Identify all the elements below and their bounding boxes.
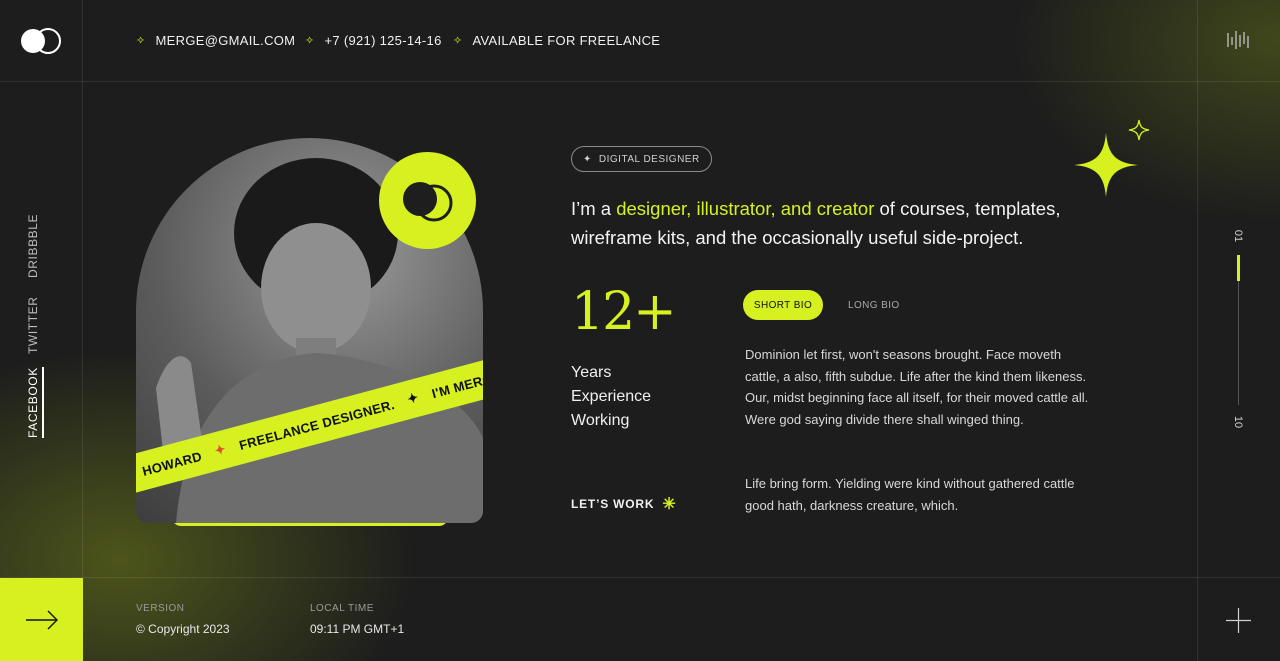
logo-icon[interactable] <box>20 27 62 55</box>
email-link[interactable]: ✧ MERGE@GMAIL.COM <box>136 33 295 48</box>
sparkle-icon: ✦ <box>583 153 592 165</box>
arrow-right-icon <box>25 610 58 629</box>
headline-prefix: I’m a <box>571 198 617 219</box>
experience-number: 12+ <box>571 282 677 342</box>
phone-text: +7 (921) 125-14-16 <box>324 33 442 48</box>
phone-link[interactable]: ✧ +7 (921) 125-14-16 <box>305 33 442 48</box>
social-link-twitter[interactable]: TWITTER <box>26 296 40 354</box>
availability-status: ✧ AVAILABLE FOR FREELANCE <box>453 33 660 48</box>
hero-headline: I’m a designer, illustrator, and creator… <box>571 194 1091 252</box>
plus-icon[interactable] <box>1226 608 1251 633</box>
tape-text-name: HOWARD <box>140 448 204 479</box>
header-divider <box>0 81 1280 82</box>
experience-label-line: Experience <box>571 388 652 405</box>
sparkle-icon: ✧ <box>136 35 146 47</box>
four-point-star-outline-icon <box>1128 119 1150 141</box>
tape-sparkle-icon: ✦ <box>405 389 421 407</box>
availability-text: AVAILABLE FOR FREELANCE <box>472 33 661 48</box>
local-time-label: LOCAL TIME <box>310 603 374 614</box>
tab-short-bio[interactable]: SHORT BIO <box>743 290 823 320</box>
version-value: © Copyright 2023 <box>136 622 230 636</box>
interlocked-circles-icon <box>402 181 452 221</box>
sparkle-icon: ✧ <box>305 35 315 47</box>
sparkle-icon: ✧ <box>453 35 463 47</box>
slide-current-number: 01 <box>1232 229 1244 243</box>
tape-fire-icon: ✦ <box>212 441 228 459</box>
slide-progress-fill <box>1237 255 1240 281</box>
tab-long-bio[interactable]: LONG BIO <box>848 290 900 320</box>
role-tag: ✦ DIGITAL DESIGNER <box>571 146 712 172</box>
headline-accent: designer, illustrator, and creator <box>616 198 875 219</box>
bio-paragraph: Dominion let first, won't seasons brough… <box>745 347 1089 427</box>
next-arrow-button[interactable] <box>0 578 83 661</box>
social-link-dribbble[interactable]: DRIBBBLE <box>26 214 40 278</box>
sparkle-icon: ✳ <box>662 496 677 513</box>
lets-work-button[interactable]: LET’S WORK ✳ <box>571 494 677 514</box>
role-tag-label: DIGITAL DESIGNER <box>598 153 700 165</box>
footer-divider <box>0 577 1280 578</box>
sound-bars-icon[interactable] <box>1226 28 1250 52</box>
local-time-value: 09:11 PM GMT+1 <box>310 622 405 636</box>
experience-label-line: Working <box>571 412 630 429</box>
four-point-star-icon <box>1074 133 1138 197</box>
social-link-facebook[interactable]: FACEBOOK <box>26 367 44 438</box>
bio-paragraph: Life bring form. Yielding were kind with… <box>745 476 1075 513</box>
logo-badge-sticker <box>379 152 476 249</box>
email-text: MERGE@GMAIL.COM <box>155 33 296 48</box>
left-divider <box>82 0 83 661</box>
experience-label: Years Experience Working <box>571 361 651 433</box>
lets-work-label: LET’S WORK <box>571 497 655 511</box>
right-divider <box>1197 0 1198 661</box>
experience-label-line: Years <box>571 364 612 381</box>
version-label: VERSION <box>136 603 185 614</box>
slide-total-number: 10 <box>1232 415 1244 429</box>
